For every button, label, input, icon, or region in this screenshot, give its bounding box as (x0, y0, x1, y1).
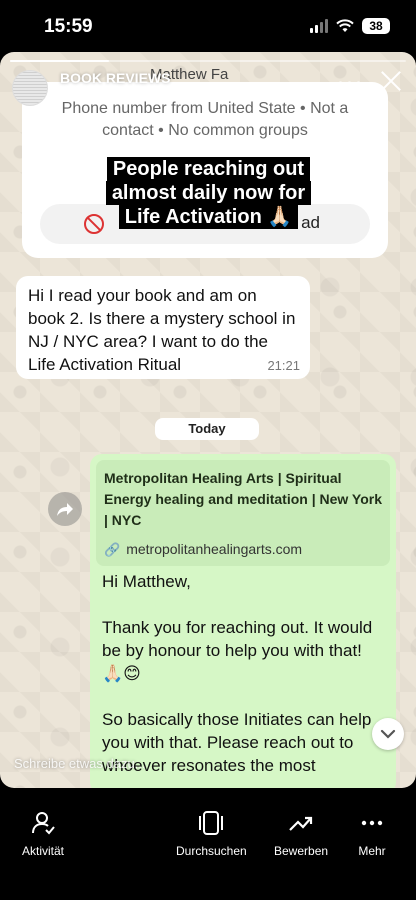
link-preview-title: Metropolitan Healing Arts | Spiritual En… (104, 470, 383, 528)
nav-more[interactable]: Mehr (358, 810, 386, 858)
nav-promote-label: Bewerben (274, 844, 329, 858)
more-icon (361, 820, 383, 826)
nav-activity[interactable]: Aktivität (22, 810, 64, 858)
more-options-icon[interactable]: ••• (337, 74, 364, 97)
nav-promote[interactable]: Bewerben (274, 810, 328, 858)
nav-more-label: Mehr (358, 844, 386, 858)
close-icon[interactable] (378, 68, 404, 94)
status-icons: 38 (310, 18, 390, 34)
link-url-text: metropolitanhealingarts.com (126, 541, 303, 557)
battery-indicator: 38 (362, 18, 390, 34)
story-header: BOOK REVIEWS Übersetzung anzeigen > ••• (12, 70, 404, 110)
story-card[interactable]: Phone number from United State • Not a c… (0, 52, 416, 788)
incoming-message: Hi I read your book and am on book 2. Is… (16, 276, 310, 379)
story-progress-bar (10, 60, 406, 62)
story-reply-input[interactable]: Schreibe etwas dazu... (14, 756, 146, 771)
incoming-message-time: 21:21 (267, 358, 300, 373)
chevron-down-icon (380, 729, 396, 739)
forward-button[interactable] (48, 492, 82, 526)
story-progress-fill (10, 60, 109, 62)
forward-icon (57, 503, 73, 516)
cellular-signal-icon (310, 19, 328, 33)
message-greeting: Hi Matthew, (102, 572, 191, 591)
bottom-nav: Aktivität Durchsuchen Bewerben Mehr (0, 800, 416, 900)
nav-browse-label: Durchsuchen (176, 844, 247, 858)
status-bar: 15:59 38 (0, 0, 416, 52)
account-name[interactable]: BOOK REVIEWS (60, 70, 170, 86)
day-separator: Today (155, 418, 259, 440)
carousel-icon (199, 811, 224, 835)
story-caption: People reaching out almost daily now for… (96, 157, 321, 229)
activity-icon (32, 812, 55, 835)
account-avatar[interactable] (12, 70, 48, 106)
translate-link[interactable]: Übersetzung anzeigen > (60, 88, 190, 102)
link-preview[interactable]: Metropolitan Healing Arts | Spiritual En… (96, 460, 390, 566)
incoming-message-text: Hi I read your book and am on book 2. Is… (28, 286, 296, 374)
outgoing-message: Metropolitan Healing Arts | Spiritual En… (90, 454, 396, 788)
story-caption-text: People reaching out almost daily now for… (105, 157, 312, 229)
link-icon: 🔗 (104, 542, 121, 557)
status-time: 15:59 (44, 16, 93, 37)
wifi-icon (336, 19, 354, 32)
trending-up-icon (289, 816, 313, 831)
nav-activity-label: Aktivität (22, 844, 65, 858)
nav-browse[interactable]: Durchsuchen (176, 810, 247, 858)
scroll-down-button[interactable] (372, 718, 404, 750)
message-paragraph: Thank you for reaching out. It would be … (102, 618, 373, 683)
link-preview-url[interactable]: 🔗 metropolitanhealingarts.com (104, 541, 302, 558)
